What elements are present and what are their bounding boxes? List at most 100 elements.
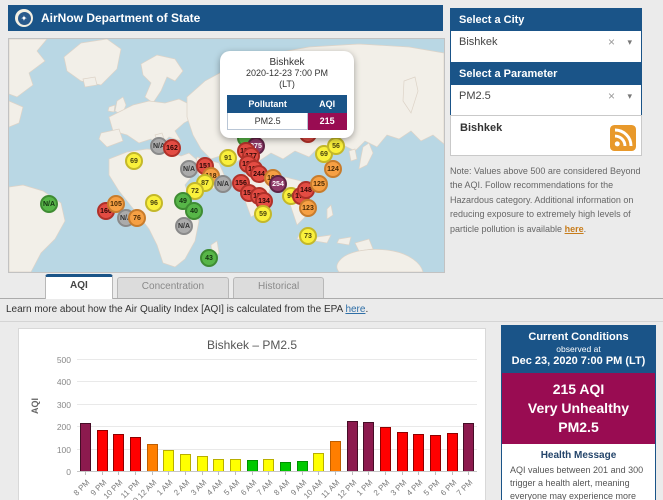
popup-pollutant-value: PM2.5 — [228, 112, 308, 129]
epa-here-link[interactable]: here — [345, 304, 365, 315]
chart-x-tickmark — [352, 471, 353, 475]
chart-bar[interactable] — [347, 421, 358, 471]
page-title: AirNow Department of State — [41, 11, 200, 25]
chart-x-tickmark — [302, 471, 303, 475]
chart-x-tickmark — [218, 471, 219, 475]
aqi-marker[interactable]: N/A — [214, 175, 232, 193]
parameter-select[interactable]: PM2.5 × ▾ — [451, 85, 641, 119]
tab-historical[interactable]: Historical — [233, 277, 324, 298]
chart-bar[interactable] — [180, 454, 191, 471]
aqi-marker[interactable]: 125 — [310, 175, 328, 193]
app-header: ✦ AirNow Department of State — [8, 5, 443, 31]
chart-bar[interactable] — [213, 459, 224, 471]
popup-datetime: 2020-12-23 7:00 PM — [227, 68, 347, 79]
current-pollutant: PM2.5 — [505, 418, 652, 437]
chart-bar[interactable] — [197, 456, 208, 471]
chart-x-tickmark — [152, 471, 153, 475]
chart-x-tickmark — [418, 471, 419, 475]
chart-bar[interactable] — [230, 459, 241, 471]
world-aqi-map[interactable]: N/A1626991N/A15111887N/A724940N/A160105N… — [8, 38, 445, 273]
chart-x-tickmark — [118, 471, 119, 475]
chart-x-tickmark — [102, 471, 103, 475]
popup-col-aqi: AQI — [308, 95, 347, 112]
parameter-clear-icon[interactable]: × — [608, 89, 615, 103]
chart-x-tickmark — [368, 471, 369, 475]
aqi-marker[interactable]: 73 — [299, 227, 317, 245]
select-parameter-header: Select a Parameter — [451, 63, 641, 85]
chart-bar[interactable] — [297, 461, 308, 471]
note-here-link[interactable]: here — [565, 224, 584, 234]
popup-timezone: (LT) — [227, 79, 347, 90]
chart-y-axis-label: AQI — [30, 398, 40, 414]
city-caret-down-icon[interactable]: ▾ — [627, 37, 632, 48]
chart-x-tickmark — [435, 471, 436, 475]
airnow-page: ✦ AirNow Department of State — [0, 0, 663, 500]
aqi-marker[interactable]: N/A — [175, 217, 193, 235]
learn-more-text: Learn more about how the Air Quality Ind… — [6, 304, 368, 315]
aqi-marker[interactable]: 56 — [327, 137, 345, 155]
aqi-marker[interactable]: 43 — [200, 249, 218, 267]
health-message-title: Health Message — [510, 450, 647, 461]
tab-aqi[interactable]: AQI — [45, 274, 113, 299]
chart-bar[interactable] — [130, 437, 141, 471]
chart-bar[interactable] — [313, 453, 324, 471]
current-aqi-value: 215 AQI — [505, 380, 652, 399]
tab-concentration[interactable]: Concentration — [117, 277, 229, 298]
aqi-marker[interactable]: N/A — [180, 160, 198, 178]
chart-x-tickmark — [202, 471, 203, 475]
aqi-marker[interactable]: 123 — [299, 199, 317, 217]
chart-bar[interactable] — [113, 434, 124, 471]
aqi-marker[interactable]: 162 — [163, 139, 181, 157]
popup-table: Pollutant AQI PM2.5 215 — [227, 95, 347, 130]
chart-bar[interactable] — [447, 433, 458, 471]
chart-gridline — [77, 381, 477, 382]
chart-x-tickmark — [468, 471, 469, 475]
chart-title: Bishkek – PM2.5 — [19, 338, 485, 352]
chart-bar[interactable] — [430, 435, 441, 471]
aqi-marker[interactable]: N/A — [40, 195, 58, 213]
city-select[interactable]: Bishkek × ▾ — [451, 31, 641, 65]
parameter-caret-down-icon[interactable]: ▾ — [627, 91, 632, 102]
chart-bar[interactable] — [247, 460, 258, 471]
health-message-body: AQI values between 201 and 300 trigger a… — [510, 464, 647, 500]
chart-bar[interactable] — [97, 430, 108, 471]
chart-bar[interactable] — [397, 432, 408, 471]
chart-bar[interactable] — [463, 423, 474, 471]
aqi-marker[interactable]: 91 — [219, 149, 237, 167]
chart-bar[interactable] — [363, 422, 374, 471]
aqi-marker[interactable]: 69 — [125, 152, 143, 170]
select-city-panel: Select a City Bishkek × ▾ — [450, 8, 642, 66]
current-aqi-category: Very Unhealthy — [505, 399, 652, 418]
chart-x-tickmark — [252, 471, 253, 475]
current-aqi-block: 215 AQI Very Unhealthy PM2.5 — [502, 373, 655, 444]
chart-x-tickmark — [335, 471, 336, 475]
chart-bar[interactable] — [380, 427, 391, 471]
aqi-marker[interactable]: 96 — [145, 194, 163, 212]
department-of-state-seal-icon: ✦ — [15, 9, 33, 27]
chart-bar[interactable] — [330, 441, 341, 471]
aqi-marker[interactable]: 76 — [128, 209, 146, 227]
select-parameter-panel: Select a Parameter PM2.5 × ▾ — [450, 62, 642, 120]
chart-bar[interactable] — [147, 444, 158, 471]
chart-x-tickmark — [235, 471, 236, 475]
chart-bar[interactable] — [280, 462, 291, 471]
section-divider — [0, 321, 663, 322]
chart-x-tickmark — [85, 471, 86, 475]
chart-y-tick: 0 — [43, 467, 71, 477]
chart-bar[interactable] — [163, 450, 174, 471]
map-popup: Bishkek 2020-12-23 7:00 PM (LT) Pollutan… — [220, 51, 354, 138]
current-conditions-header: Current Conditions observed at Dec 23, 2… — [502, 326, 655, 373]
chart-bar[interactable] — [80, 423, 91, 471]
rss-feed-label: Bishkek — [460, 122, 502, 134]
chart-x-tickmark — [402, 471, 403, 475]
aqi-marker[interactable]: 59 — [254, 205, 272, 223]
chart-bar[interactable] — [413, 434, 424, 471]
chart-x-tickmark — [185, 471, 186, 475]
chart-gridline — [77, 359, 477, 360]
aqi-marker[interactable]: 124 — [324, 160, 342, 178]
city-clear-icon[interactable]: × — [608, 35, 615, 49]
select-city-header: Select a City — [451, 9, 641, 31]
chart-y-tick: 300 — [43, 400, 71, 410]
chart-bar[interactable] — [263, 459, 274, 471]
rss-icon[interactable] — [610, 125, 636, 151]
